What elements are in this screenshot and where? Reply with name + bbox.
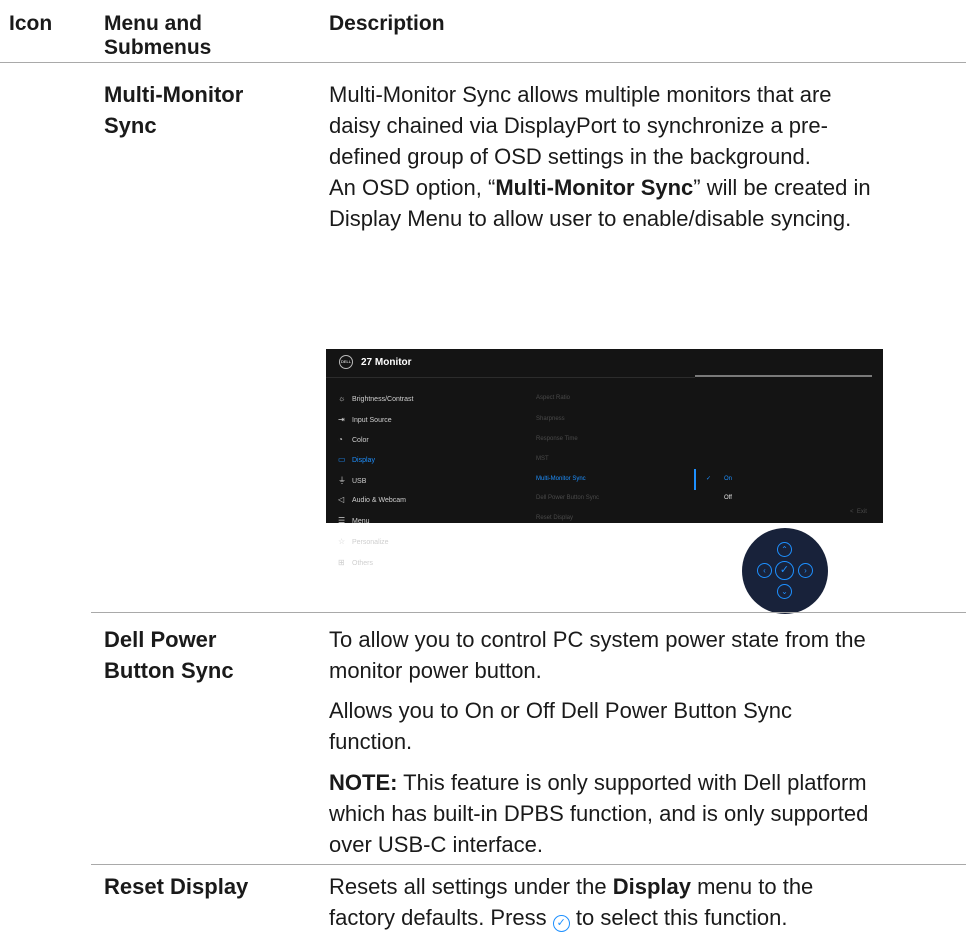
joystick-right-icon: ›: [798, 563, 813, 578]
osd-menu-label: Menu: [352, 518, 370, 525]
dpbs-description-p1: To allow you to control PC system power …: [329, 624, 959, 686]
note-text: This feature is only supported with Dell…: [397, 770, 867, 795]
mms-desc-line4-post: ” will be created in: [693, 175, 871, 200]
osd-title: 27 Monitor: [361, 357, 412, 368]
dell-logo: DELL: [339, 355, 353, 369]
color-icon: ◔: [338, 435, 343, 444]
mms-menu-line2: Sync: [104, 113, 157, 138]
reset-line1-bold: Display: [612, 874, 691, 899]
osd-selection-bar: [694, 469, 696, 490]
reset-line2: factory defaults. Press ✓ to select this…: [329, 902, 959, 933]
dpbs-note: NOTE: This feature is only supported wit…: [329, 767, 959, 860]
header-description: Description: [329, 12, 445, 35]
osd-menu-audio-webcam[interactable]: ◁ Audio & Webcam: [338, 494, 406, 506]
osd-menu-others[interactable]: ⊞ Others: [338, 557, 373, 569]
mms-desc-line4-bold: Multi-Monitor Sync: [495, 175, 694, 200]
menu-dell-power-button-sync: Dell Power Button Sync: [104, 624, 234, 686]
header-menu-line1: Menu and: [104, 12, 202, 35]
osd-menu-input-source[interactable]: ⇥ Input Source: [338, 414, 392, 426]
osd-exit-label: Exit: [856, 509, 867, 515]
brightness-icon: ☼: [338, 394, 346, 403]
usb-icon: ⏚: [338, 476, 346, 485]
dpbs-note-line3: over USB-C interface.: [329, 832, 543, 857]
osd-menu-label: Display: [352, 457, 375, 464]
osd-menu-color[interactable]: ◔ Color: [338, 434, 369, 446]
header-menu-line2: Submenus: [104, 36, 212, 59]
joystick-left-icon: ‹: [757, 563, 772, 578]
mms-desc-line4-pre: An OSD option, “: [329, 175, 496, 200]
dpbs-p1-line2: monitor power button.: [329, 658, 542, 683]
chevron-left-icon: <: [850, 509, 854, 515]
osd-sub-multi-monitor-sync[interactable]: Multi-Monitor Sync: [536, 476, 586, 482]
row-rule-2: [91, 864, 966, 865]
row-rule-1: [91, 612, 966, 613]
mms-desc-line5: Display Menu to allow user to enable/dis…: [329, 206, 852, 231]
input-source-icon: ⇥: [338, 415, 345, 424]
joystick-up-icon: ⌃: [777, 542, 792, 557]
note-label: NOTE:: [329, 770, 398, 795]
osd-menu-label: Color: [352, 437, 369, 444]
check-circle-icon: ✓: [552, 915, 570, 932]
osd-menu-label: Brightness/Contrast: [352, 396, 414, 403]
dpbs-p2-line2: function.: [329, 729, 413, 754]
mms-desc-line1: Multi-Monitor Sync allows multiple monit…: [329, 82, 832, 107]
dpbs-description-p2: Allows you to On or Off Dell Power Butto…: [329, 695, 959, 757]
osd-sub-mst[interactable]: MST: [536, 456, 549, 462]
menu-icon: ☰: [338, 516, 346, 525]
osd-menu-label: Audio & Webcam: [352, 497, 406, 504]
osd-sub-reset-display[interactable]: Reset Display: [536, 515, 573, 521]
menu-reset-display: Reset Display: [104, 874, 249, 899]
reset-line1-post: menu to the: [690, 874, 814, 899]
dpbs-note-line2: which has built-in DPBS function, and is…: [329, 801, 869, 826]
personalize-icon: ☆: [338, 537, 346, 546]
osd-menu-label: Input Source: [352, 417, 392, 424]
others-icon: ⊞: [338, 558, 345, 567]
header-menu-submenus: Menu and Submenus: [104, 12, 211, 60]
osd-sub-aspect-ratio[interactable]: Aspect Ratio: [536, 395, 570, 401]
mms-desc-line4: An OSD option, “Multi-Monitor Sync” will…: [329, 172, 959, 203]
osd-screenshot: DELL 27 Monitor ☼ Brightness/Contrast ⇥ In…: [326, 349, 883, 567]
dpbs-p1-line1: To allow you to control PC system power …: [329, 627, 866, 652]
osd-sub-response-time[interactable]: Response Time: [536, 436, 578, 442]
osd-divider-right: [695, 375, 872, 377]
reset-line2-post: to select this function.: [569, 905, 788, 930]
dpbs-menu-line1: Dell Power: [104, 627, 217, 652]
osd-menu-display[interactable]: ▭ Display: [338, 454, 375, 466]
dpbs-menu-line2: Button Sync: [104, 658, 234, 683]
mms-desc-line2: daisy chained via DisplayPort to synchro…: [329, 113, 828, 138]
osd-sub-dell-power-button-sync[interactable]: Dell Power Button Sync: [536, 495, 599, 501]
reset-line1: Resets all settings under the Display me…: [329, 871, 959, 902]
mms-desc-line3: defined group of OSD settings in the bac…: [329, 144, 811, 169]
display-icon: ▭: [338, 455, 346, 464]
joystick-down-icon: ⌄: [777, 584, 792, 599]
dpbs-p2-line1: Allows you to On or Off Dell Power Butto…: [329, 698, 793, 723]
joystick-graphic: ⌃ ⌄ ‹ › ✓: [742, 528, 828, 614]
osd-menu-label: USB: [352, 478, 367, 485]
header-icon: Icon: [9, 12, 53, 35]
osd-menu-label: Personalize: [352, 539, 389, 546]
menu-multi-monitor-sync: Multi-Monitor Sync: [104, 79, 243, 141]
reset-description: Resets all settings under the Display me…: [329, 871, 959, 933]
osd-option-off[interactable]: Off: [724, 495, 732, 501]
dpbs-note-line1: NOTE: This feature is only supported wit…: [329, 767, 959, 798]
osd-sub-sharpness[interactable]: Sharpness: [536, 416, 565, 422]
osd-menu-usb[interactable]: ⏚ USB: [338, 475, 366, 487]
osd-menu-label: Others: [352, 560, 374, 567]
check-icon: ✓: [706, 476, 712, 482]
reset-line1-pre: Resets all settings under the: [329, 874, 613, 899]
osd-exit[interactable]: < Exit: [850, 509, 867, 515]
mms-description: Multi-Monitor Sync allows multiple monit…: [329, 79, 959, 234]
header-rule: [0, 62, 966, 63]
osd-menu-menu[interactable]: ☰ Menu: [338, 515, 370, 527]
audio-webcam-icon: ◁: [338, 495, 345, 504]
reset-line2-pre: factory defaults. Press: [329, 905, 553, 930]
mms-menu-line1: Multi-Monitor: [104, 82, 244, 107]
joystick-center-icon: ✓: [775, 561, 794, 580]
osd-menu-brightness[interactable]: ☼ Brightness/Contrast: [338, 393, 413, 405]
osd-divider: [326, 377, 695, 378]
osd-option-on[interactable]: On: [724, 476, 732, 482]
osd-menu-personalize[interactable]: ☆ Personalize: [338, 536, 389, 548]
